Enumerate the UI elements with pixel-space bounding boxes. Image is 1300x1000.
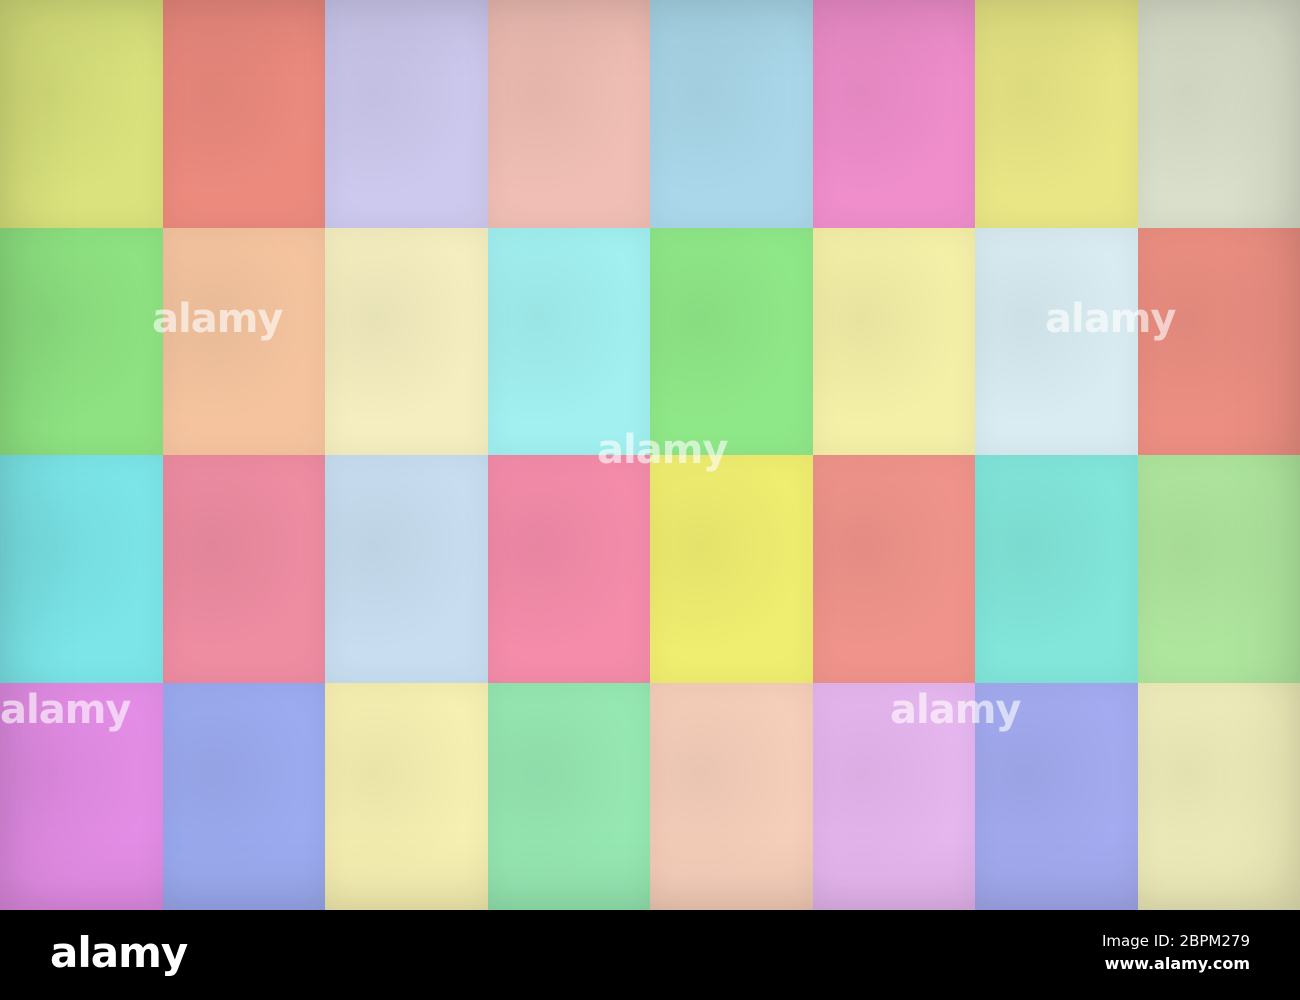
tile-r4-c4 [487,682,650,910]
tile-r1-c5 [650,0,813,228]
tile-r4-c3 [325,682,488,910]
tile-r1-c8 [1137,0,1300,228]
tile-r3-c4 [487,455,650,683]
tile-r3-c5 [650,455,813,683]
tile-r2-c1 [0,227,163,455]
tile-r4-c8 [1137,682,1300,910]
tile-r2-c6 [812,227,975,455]
tile-r4-c5 [650,682,813,910]
tile-r2-c3 [325,227,488,455]
tile-r1-c7 [975,0,1138,228]
footer-bar: alamy Image ID: 2BPM279 www.alamy.com [0,910,1300,1000]
alamy-logo: alamy [50,928,188,977]
site-url: www.alamy.com [1104,954,1250,973]
tile-r3-c8 [1137,455,1300,683]
watermark: alamy [597,427,728,473]
tile-r3-c1 [0,455,163,683]
tile-r1-c3 [325,0,488,228]
watermark: alamy [152,296,283,342]
tile-r3-c3 [325,455,488,683]
image-id: Image ID: 2BPM279 [1102,932,1250,950]
watermark: alamy [0,687,131,733]
watermark: alamy [890,687,1021,733]
watermark: alamy [1045,296,1176,342]
tile-r1-c6 [812,0,975,228]
tile-r1-c1 [0,0,163,228]
tile-r3-c6 [812,455,975,683]
tile-r3-c7 [975,455,1138,683]
tile-r2-c5 [650,227,813,455]
tile-r4-c2 [162,682,325,910]
tile-r1-c2 [162,0,325,228]
tile-r1-c4 [487,0,650,228]
tile-r3-c2 [162,455,325,683]
tile-r2-c4 [487,227,650,455]
